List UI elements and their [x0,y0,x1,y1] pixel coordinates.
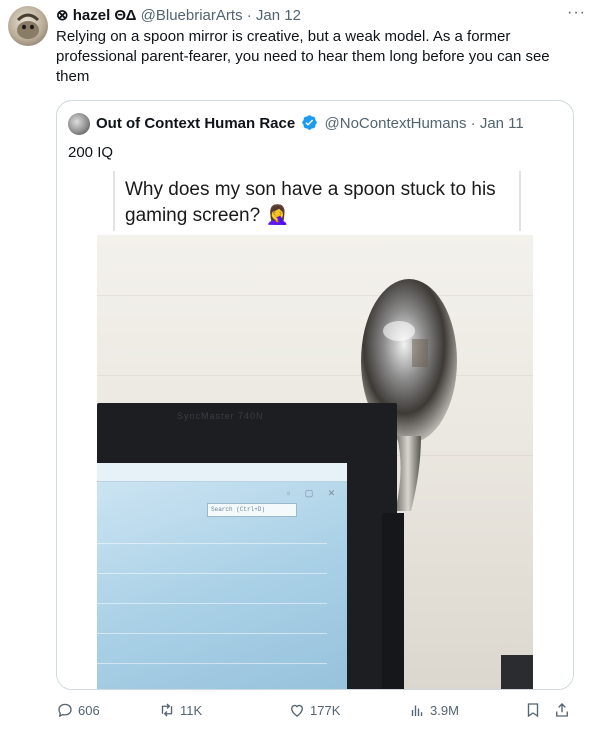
quoted-date-separator: · [466,115,480,132]
more-options-icon[interactable]: ··· [567,4,586,22]
monitor-image: SyncMaster 740N ▫ ▢ ✕ Search (Ctrl+D) [97,403,397,689]
quoted-tweet-date[interactable]: Jan 11 [480,115,524,132]
author-name[interactable]: ⊗ hazel ΘΔ [56,7,136,24]
spoon-clip [382,513,404,689]
reply-button[interactable]: 606 [56,698,100,722]
quoted-tweet-header: Out of Context Human Race @NoContextHuma… [96,114,524,134]
quoted-author-handle[interactable]: @NoContextHumans [325,115,467,132]
retweet-icon [161,703,173,717]
screen-window-buttons: ▫ ▢ ✕ [287,488,342,498]
quoted-tweet-card[interactable]: Out of Context Human Race @NoContextHuma… [56,100,574,690]
views-chart-icon [411,705,423,716]
monitor-spoon-photo: SyncMaster 740N ▫ ▢ ✕ Search (Ctrl+D) [97,235,533,689]
share-button[interactable] [553,698,571,722]
tweet-date[interactable]: Jan 12 [256,7,301,24]
date-separator: · [242,7,256,24]
quoted-author-avatar[interactable] [68,113,90,135]
retweet-button[interactable]: 11K [158,698,202,722]
quoted-tweet-media[interactable]: Why does my son have a spoon stuck to hi… [57,171,573,689]
reply-count: 606 [78,702,100,718]
reply-icon [58,703,72,718]
share-icon [556,703,568,717]
meme-caption: Why does my son have a spoon stuck to hi… [125,179,496,226]
author-avatar[interactable] [8,6,48,46]
like-button[interactable]: 177K [288,698,340,722]
heart-icon [291,704,303,717]
verified-badge-icon [302,115,318,130]
tweet-header: ⊗ hazel ΘΔ @BluebriarArts · Jan 12 [56,6,301,26]
monitor-brand-label: SyncMaster 740N [177,411,264,421]
meme-caption-box: Why does my son have a spoon stuck to hi… [113,171,521,231]
author-handle[interactable]: @BluebriarArts [141,7,243,24]
like-count: 177K [310,702,341,718]
tweet-action-bar: 606 11K 177K 3.9M [56,698,586,722]
quoted-author-name[interactable]: Out of Context Human Race [96,115,295,132]
quoted-tweet-text: 200 IQ [68,144,114,161]
bookmark-icon [527,703,539,718]
views-button[interactable]: 3.9M [408,698,459,722]
tweet-text: Relying on a spoon mirror is creative, b… [56,28,550,85]
screen-search-box: Search (Ctrl+D) [207,503,297,517]
retweet-count: 11K [180,702,203,718]
bookmark-button[interactable] [524,698,542,722]
view-count: 3.9M [430,702,459,718]
monitor-screen: ▫ ▢ ✕ Search (Ctrl+D) [97,463,347,689]
